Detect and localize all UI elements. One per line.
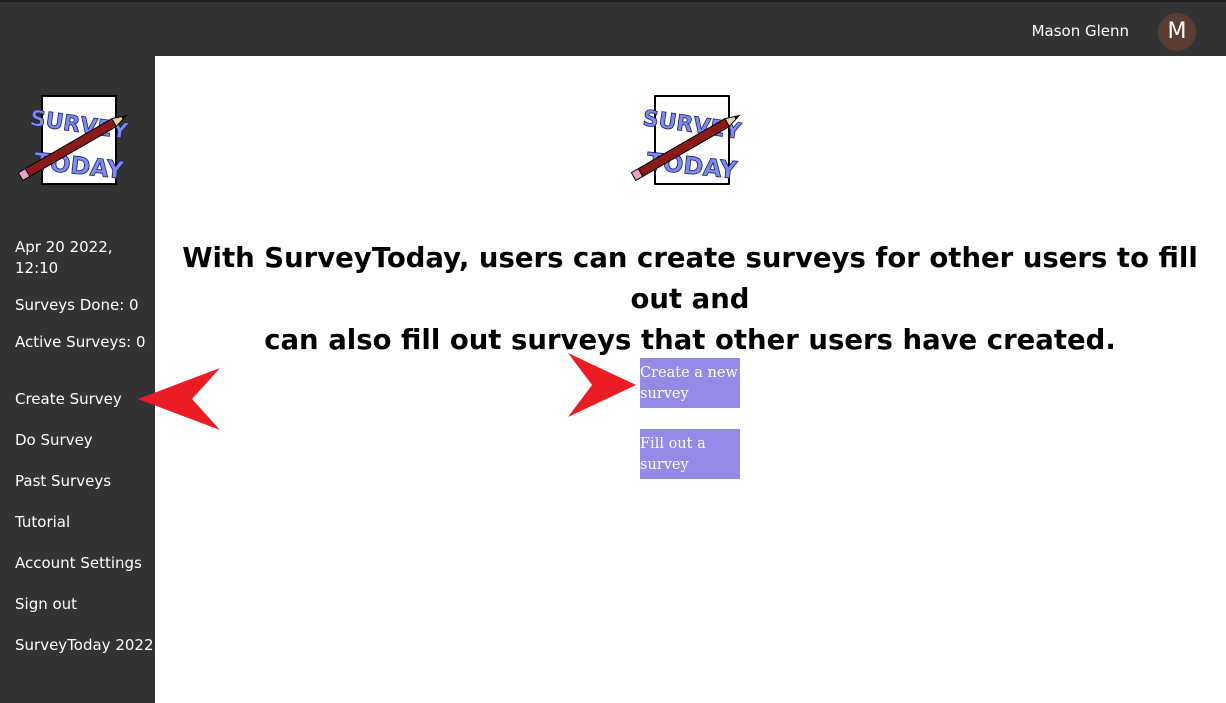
create-button-line-2: survey xyxy=(640,385,689,402)
user-name[interactable]: Mason Glenn xyxy=(1032,22,1129,40)
nav-do-survey[interactable]: Do Survey xyxy=(15,430,93,451)
headline-line-2: can also fill out surveys that other use… xyxy=(264,324,1116,356)
sidebar: SURVEY TODAY Apr 20 2022, 12:10 Surveys … xyxy=(0,56,155,703)
nav-create-survey[interactable]: Create Survey xyxy=(15,389,122,410)
nav-sign-out[interactable]: Sign out xyxy=(15,594,77,615)
app-window: Mason Glenn M SURVEY TODAY Apr 20 2022, … xyxy=(0,0,1226,703)
time-text: 12:10 xyxy=(15,259,59,277)
fill-button-line-2: survey xyxy=(640,456,689,473)
current-datetime: Apr 20 2022, 12:10 xyxy=(15,237,113,279)
nav-account-settings[interactable]: Account Settings xyxy=(15,553,142,574)
top-bar: Mason Glenn M xyxy=(0,2,1226,56)
nav-past-surveys[interactable]: Past Surveys xyxy=(15,471,111,492)
active-surveys-count: Active Surveys: 0 xyxy=(15,333,146,351)
fill-survey-button[interactable]: Fill out a survey xyxy=(640,429,740,479)
red-arrow-pointing-right-icon xyxy=(568,353,636,417)
fill-button-line-1: Fill out a xyxy=(640,435,706,452)
headline-line-1: With SurveyToday, users can create surve… xyxy=(182,242,1198,315)
surveytoday-logo[interactable]: SURVEY TODAY xyxy=(18,94,138,190)
nav-tutorial[interactable]: Tutorial xyxy=(15,512,70,533)
intro-headline: With SurveyToday, users can create surve… xyxy=(170,238,1210,361)
create-survey-button[interactable]: Create a new survey xyxy=(640,358,740,408)
user-avatar[interactable]: M xyxy=(1158,13,1196,51)
surveys-done-count: Surveys Done: 0 xyxy=(15,296,139,314)
surveytoday-main-logo: SURVEY TODAY xyxy=(630,95,744,185)
footer-copyright: SurveyToday 2022 xyxy=(15,636,154,654)
date-text: Apr 20 2022, xyxy=(15,238,113,256)
red-arrow-pointing-left-icon xyxy=(138,368,220,430)
create-button-line-1: Create a new xyxy=(640,364,738,381)
